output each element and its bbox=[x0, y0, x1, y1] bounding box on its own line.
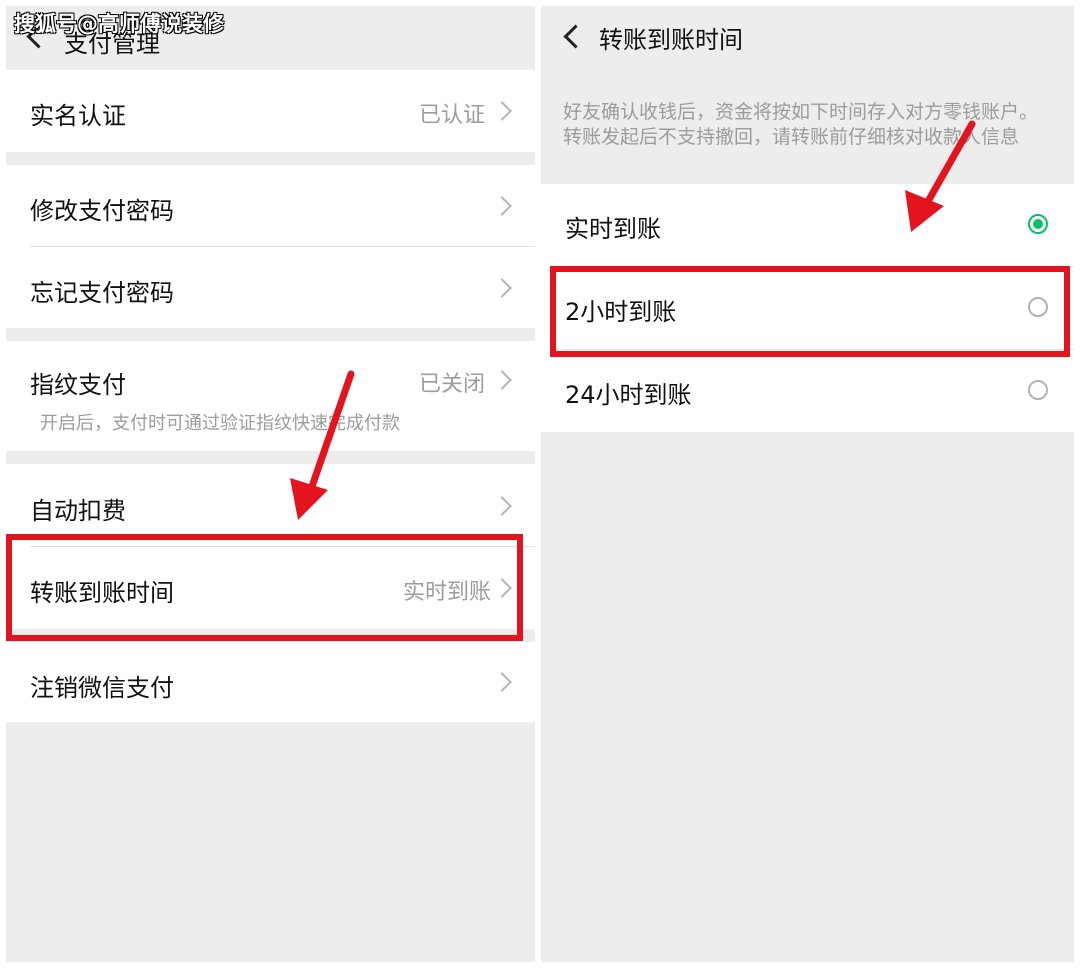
highlight-box-transfer-time bbox=[6, 534, 523, 641]
list-item-forgot-password[interactable]: 忘记支付密码 bbox=[6, 247, 535, 328]
list-item-label: 注销微信支付 bbox=[30, 674, 174, 702]
chevron-right-icon bbox=[492, 672, 512, 692]
transfer-description: 好友确认收钱后，资金将按如下时间存入对方零钱账户。转账发起后不支持撤回，请转账前… bbox=[563, 101, 1039, 148]
chevron-right-icon bbox=[492, 101, 512, 121]
list-item-cancel-pay[interactable]: 注销微信支付 bbox=[6, 642, 535, 722]
chevron-right-icon bbox=[492, 278, 512, 298]
transfer-time-screen: 转账到账时间 好友确认收钱后，资金将按如下时间存入对方零钱账户。转账发起后不支持… bbox=[541, 6, 1074, 962]
list-item-label: 指纹支付 bbox=[30, 371, 126, 399]
list-item-change-password[interactable]: 修改支付密码 bbox=[6, 165, 535, 246]
list-item-label: 修改支付密码 bbox=[30, 197, 174, 225]
password-group: 修改支付密码 忘记支付密码 bbox=[6, 165, 535, 328]
list-item-label: 实名认证 bbox=[30, 102, 126, 130]
nav-bar: 转账到账时间 bbox=[541, 6, 1074, 70]
back-chevron-icon[interactable] bbox=[563, 24, 588, 49]
highlight-box-2-hours bbox=[550, 266, 1070, 357]
radio-selected-icon[interactable] bbox=[1028, 214, 1048, 234]
option-label: 实时到账 bbox=[565, 215, 661, 243]
option-realtime[interactable]: 实时到账 bbox=[541, 184, 1074, 266]
list-item-realname[interactable]: 实名认证 已认证 bbox=[6, 70, 535, 152]
list-item-label: 自动扣费 bbox=[30, 497, 126, 525]
list-item-value: 已关闭 bbox=[418, 372, 485, 397]
radio-unselected-icon[interactable] bbox=[1028, 380, 1048, 400]
option-label: 24小时到账 bbox=[565, 381, 692, 409]
list-item-label: 忘记支付密码 bbox=[30, 279, 174, 307]
watermark: 搜狐号@高师傅说装修 bbox=[14, 12, 224, 36]
chevron-right-icon bbox=[492, 496, 512, 516]
fingerprint-description: 开启后，支付时可通过验证指纹快速完成付款 bbox=[40, 413, 400, 434]
chevron-right-icon bbox=[492, 370, 512, 390]
chevron-right-icon bbox=[492, 196, 512, 216]
list-item-fingerprint[interactable]: 指纹支付 已关闭 开启后，支付时可通过验证指纹快速完成付款 bbox=[6, 341, 535, 451]
payment-management-screen: 支付管理 实名认证 已认证 修改支付密码 忘记支付密码 指纹支付 已关闭 开启后… bbox=[6, 6, 535, 962]
option-24-hours[interactable]: 24小时到账 bbox=[541, 350, 1074, 432]
page-title: 转账到账时间 bbox=[599, 26, 743, 54]
list-item-value: 已认证 bbox=[418, 103, 485, 128]
